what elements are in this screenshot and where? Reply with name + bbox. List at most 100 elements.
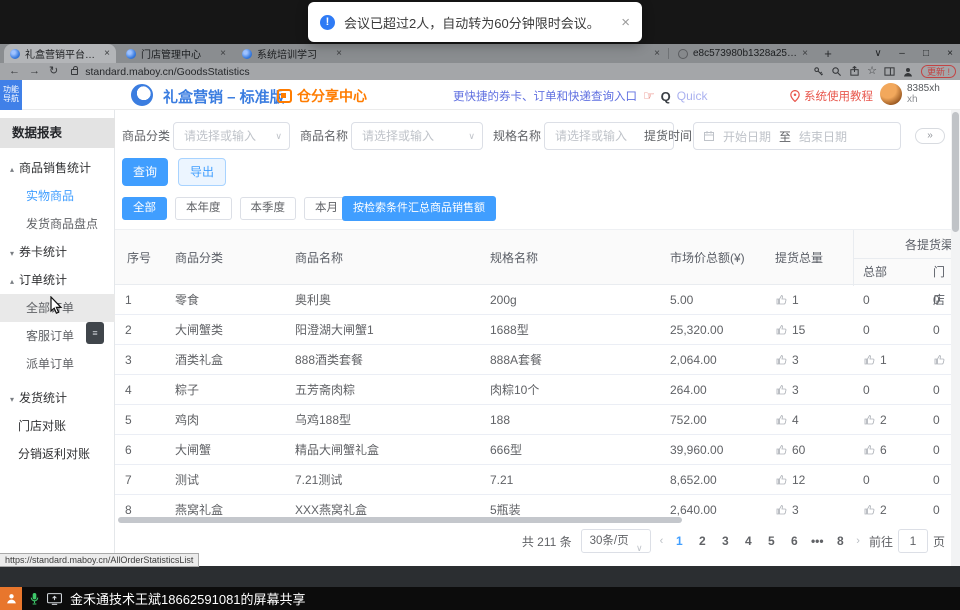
tutorial-link[interactable]: 系统使用教程 <box>790 88 873 104</box>
table-cell: 测试 <box>165 465 285 495</box>
tab-close-icon[interactable]: × <box>802 48 808 59</box>
pager-ellipsis[interactable]: ••• <box>810 534 824 548</box>
browser-tab[interactable]: e8c573980b1328a258fd2e6f8× <box>672 44 814 63</box>
tab-close-icon[interactable]: × <box>336 48 342 59</box>
summary-button[interactable]: 按检索条件汇总商品销售额 <box>342 196 496 221</box>
sidebar-item-发货统计[interactable]: ▾发货统计 <box>0 384 115 412</box>
page-number-2[interactable]: 2 <box>695 534 709 548</box>
prev-page-icon[interactable]: ‹ <box>660 535 664 547</box>
table-cell: 0 <box>923 285 951 315</box>
page-number-1[interactable]: 1 <box>672 534 686 548</box>
table-row[interactable]: 2大闸蟹类阳澄湖大闸蟹11688型25,320.001500 <box>115 315 951 345</box>
sidebar-item-label: 券卡统计 <box>19 245 67 259</box>
function-nav-toggle[interactable]: 功能导航 <box>0 80 22 110</box>
sidebar-item-派单订单[interactable]: 派单订单 <box>0 350 115 378</box>
table-row[interactable]: 3酒类礼盒888酒类套餐888A套餐2,064.0031 <box>115 345 951 375</box>
table-cell: 2 <box>853 405 923 435</box>
table-row[interactable]: 1零食奥利奥200g5.00100 <box>115 285 951 315</box>
lock-icon[interactable] <box>71 69 78 75</box>
bookmark-star-icon[interactable]: ☆ <box>867 66 877 77</box>
expand-filters-button[interactable]: » <box>915 128 945 144</box>
window-maximize-button[interactable]: □ <box>916 44 936 63</box>
sidebar-collapse-handle[interactable]: ≡ <box>86 322 104 344</box>
sidebar-item-label: 订单统计 <box>19 273 67 287</box>
table-cell: 5.00 <box>660 285 765 315</box>
back-icon[interactable]: ← <box>9 63 20 80</box>
export-button[interactable]: 导出 <box>178 158 226 186</box>
sidebar-item-label: 分销返利对账 <box>18 447 90 461</box>
col-spec: 规格名称 <box>490 230 538 286</box>
table-row[interactable]: 8燕窝礼盒XXX燕窝礼盒5瓶装2,640.00320 <box>115 495 951 516</box>
tab-search-icon[interactable]: ∨ <box>868 44 888 63</box>
scrollbar-thumb[interactable] <box>952 112 959 232</box>
tab-close-icon[interactable]: × <box>104 48 110 59</box>
date-range-picker[interactable]: 开始日期 至 结束日期 <box>693 122 901 150</box>
share-center-link[interactable]: 仓分享中心 <box>277 86 367 106</box>
sidebar-item-订单统计[interactable]: ▴订单统计 <box>0 266 115 294</box>
sidebar-item-商品销售统计[interactable]: ▴商品销售统计 <box>0 154 115 182</box>
tab-favicon <box>242 49 252 59</box>
microphone-icon[interactable] <box>29 592 40 605</box>
window-close-button[interactable]: × <box>940 44 960 63</box>
table-row[interactable]: 5鸡肉乌鸡188型188752.00420 <box>115 405 951 435</box>
filter-row: 商品分类 ∨ 商品名称 ∨ 规格名称 ∨ 提货时间 开始日期 <box>115 122 951 150</box>
col-name: 商品名称 <box>295 230 343 286</box>
tab-close-icon[interactable]: × <box>220 48 226 59</box>
period-tab-本年度[interactable]: 本年度 <box>175 197 232 220</box>
sidebar-item-券卡统计[interactable]: ▾ 券卡统计 <box>0 238 115 266</box>
table-cell: 4 <box>115 375 165 405</box>
key-icon[interactable] <box>813 66 824 77</box>
page-number-4[interactable]: 4 <box>741 534 755 548</box>
arrow-down-icon: ▾ <box>10 249 14 258</box>
query-button[interactable]: 查询 <box>122 158 168 186</box>
zoom-icon[interactable] <box>831 66 842 77</box>
sidebar-item-发货商品盘点[interactable]: 发货商品盘点 <box>0 210 115 238</box>
page-number-3[interactable]: 3 <box>718 534 732 548</box>
end-date-placeholder: 结束日期 <box>799 128 847 145</box>
table-row[interactable]: 6大闸蟹精品大闸蟹礼盒666型39,960.006060 <box>115 435 951 465</box>
split-view-icon[interactable] <box>884 66 895 77</box>
category-select[interactable]: ∨ <box>173 122 290 150</box>
toast-close-icon[interactable]: × <box>621 14 630 31</box>
sidebar-item-label: 客服订单 <box>26 329 74 343</box>
user-menu[interactable]: 8385xhxh <box>880 83 940 105</box>
window-minimize-button[interactable]: – <box>892 44 912 63</box>
browser-tab[interactable]: 门店管理中心× <box>120 44 232 63</box>
sidebar-item-分销返利对账[interactable]: 分销返利对账 <box>0 440 115 468</box>
url-bar[interactable]: standard.maboy.cn/GoodsStatistics <box>85 66 249 78</box>
screen-share-icon[interactable] <box>47 593 62 605</box>
page-number-5[interactable]: 5 <box>764 534 778 548</box>
page-size-select[interactable]: 30条/页∨ <box>581 529 651 553</box>
profile-icon[interactable] <box>902 66 914 78</box>
page-number-6[interactable]: 6 <box>787 534 801 548</box>
page-scrollbar[interactable] <box>951 110 960 566</box>
quick-search-icon: Q <box>661 89 671 104</box>
page-number-8[interactable]: 8 <box>833 534 847 548</box>
reload-icon[interactable]: ↻ <box>49 63 58 80</box>
sidebar-item-门店对账[interactable]: 门店对账 <box>0 412 115 440</box>
name-select[interactable]: ∨ <box>351 122 483 150</box>
sidebar-item-实物商品[interactable]: 实物商品 <box>0 182 115 210</box>
browser-tab[interactable]: 礼盒营销平台管理中心× <box>4 44 116 63</box>
new-tab-button[interactable]: + <box>820 46 836 62</box>
table-cell: 0 <box>923 375 951 405</box>
browser-update-button[interactable]: 更新 ! <box>921 65 956 78</box>
table-row[interactable]: 7测试7.21测试7.218,652.001200 <box>115 465 951 495</box>
quick-entry[interactable]: 更快捷的券卡、订单和快递查询入口 ☞ Q Quick <box>453 88 707 104</box>
total-count: 共 211 条 <box>522 533 572 550</box>
tab-close-icon[interactable]: × <box>654 48 660 59</box>
forward-icon[interactable]: → <box>29 63 40 80</box>
period-tab-本季度[interactable]: 本季度 <box>240 197 297 220</box>
next-page-icon[interactable]: › <box>856 535 860 547</box>
share-icon[interactable] <box>849 66 860 77</box>
table-cell: 5瓶装 <box>480 495 660 516</box>
browser-tabstrip: 礼盒营销平台管理中心×门店管理中心×系统培训学习××e8c573980b1328… <box>0 44 960 63</box>
goto-page: 前往 页 <box>869 529 945 553</box>
table-row[interactable]: 4粽子五芳斋肉粽肉粽10个264.00300 <box>115 375 951 405</box>
period-tab-全部[interactable]: 全部 <box>122 197 167 220</box>
browser-tab[interactable]: 系统培训学习× <box>236 44 348 63</box>
browser-tab[interactable]: × <box>600 44 666 63</box>
goto-page-input[interactable] <box>898 529 928 553</box>
horizontal-scrollbar[interactable] <box>118 517 682 523</box>
table-cell: 0 <box>923 495 951 516</box>
